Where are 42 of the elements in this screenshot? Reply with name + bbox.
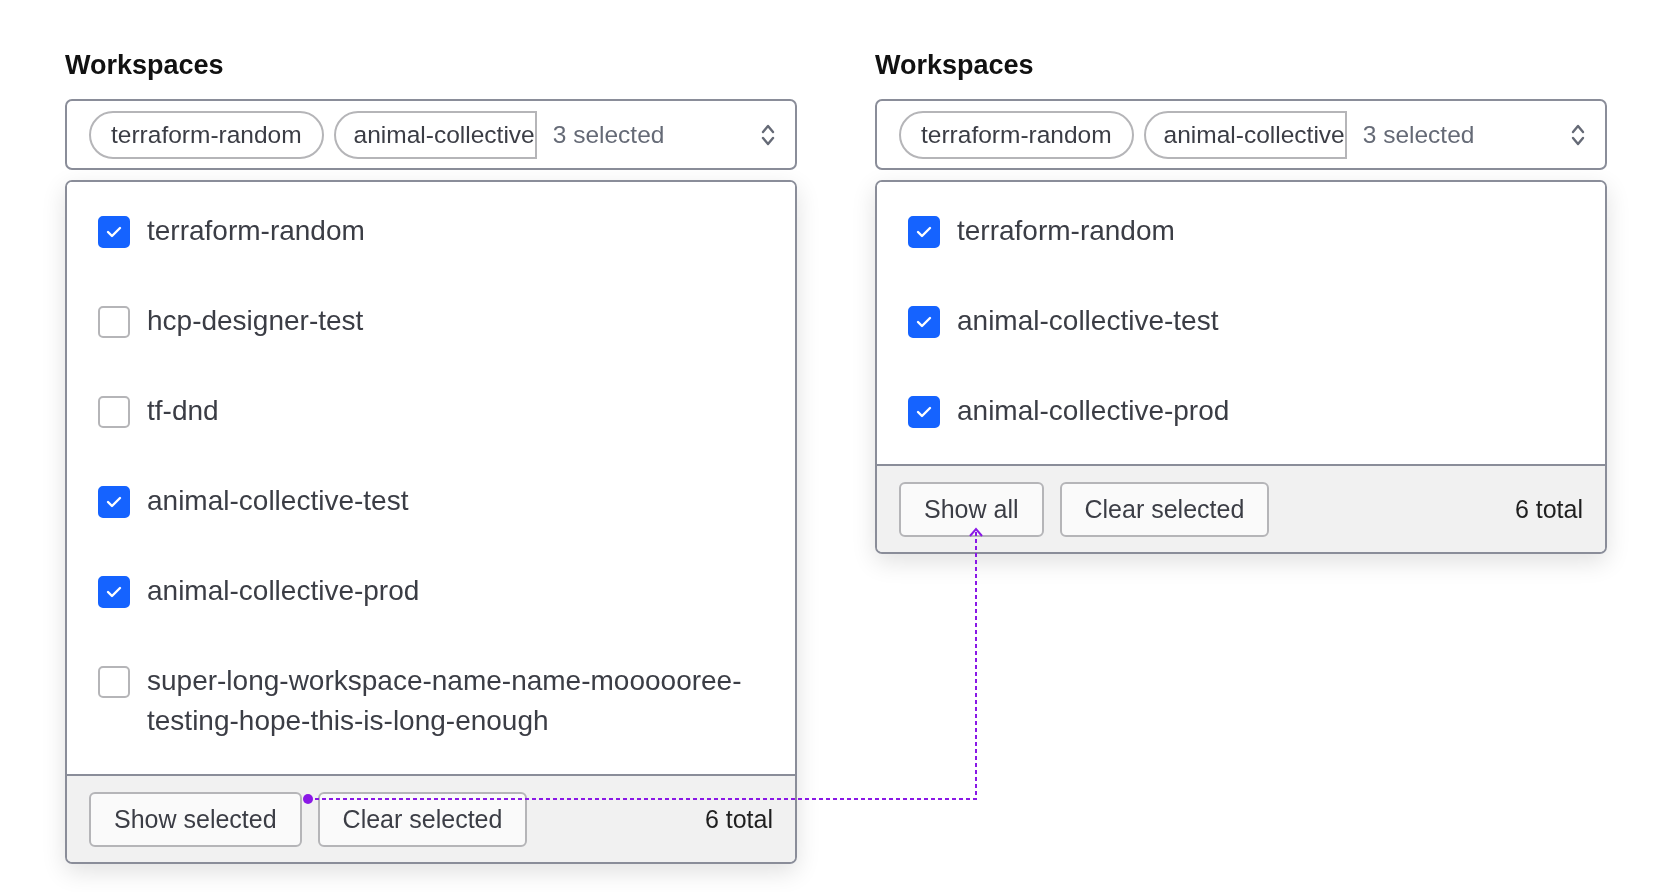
total-count: 6 total <box>1514 494 1583 524</box>
total-count: 6 total <box>704 804 773 834</box>
check-icon <box>916 406 932 418</box>
option-label: tf-dnd <box>147 394 219 428</box>
footer-button[interactable]: Show all <box>899 481 1044 537</box>
checkbox[interactable] <box>908 216 940 248</box>
option-label: terraform-random <box>957 214 1175 248</box>
check-icon <box>916 226 932 238</box>
footer-button[interactable]: Clear selected <box>317 791 528 847</box>
option-label: super-long-workspace-name-name-moooooree-testing-hope-this-is-long-enough <box>147 664 743 738</box>
tag: terraform-random <box>899 110 1134 159</box>
option-label: terraform-random <box>147 214 365 248</box>
option-label: animal-collective-test <box>147 484 409 518</box>
check-icon <box>106 586 122 598</box>
option-label: animal-collective-prod <box>147 574 420 608</box>
checkbox[interactable] <box>98 216 130 248</box>
check-icon <box>106 496 122 508</box>
multi-select-field[interactable]: terraform-random animal-collective 3 selected <box>875 99 1607 170</box>
selection-count: 3 selected <box>1362 120 1475 149</box>
chevron-up-down-icon <box>1571 122 1585 147</box>
chevron-up-down-icon <box>761 122 775 147</box>
option-label: animal-collective-test <box>957 304 1219 338</box>
multi-select-field[interactable]: terraform-random animal-collective 3 selected <box>65 99 797 170</box>
checkbox[interactable] <box>908 396 940 428</box>
checkbox[interactable] <box>908 306 940 338</box>
field-label: Workspaces <box>875 50 1035 81</box>
option-label: hcp-designer-test <box>147 304 364 338</box>
option-label: animal-collective-prod <box>957 394 1230 428</box>
checkbox[interactable] <box>98 486 130 518</box>
field-label: Workspaces <box>65 50 225 81</box>
tag: animal-collective <box>1143 110 1347 159</box>
tag: terraform-random <box>89 110 324 159</box>
checkbox[interactable] <box>98 306 130 338</box>
checkbox[interactable] <box>98 576 130 608</box>
checkbox[interactable] <box>98 666 130 698</box>
selection-count: 3 selected <box>552 120 665 149</box>
footer-button[interactable]: Show selected <box>89 791 302 847</box>
footer-button[interactable]: Clear selected <box>1059 481 1270 537</box>
checkbox[interactable] <box>98 396 130 428</box>
check-icon <box>106 226 122 238</box>
check-icon <box>916 316 932 328</box>
tag: animal-collective <box>333 110 537 159</box>
